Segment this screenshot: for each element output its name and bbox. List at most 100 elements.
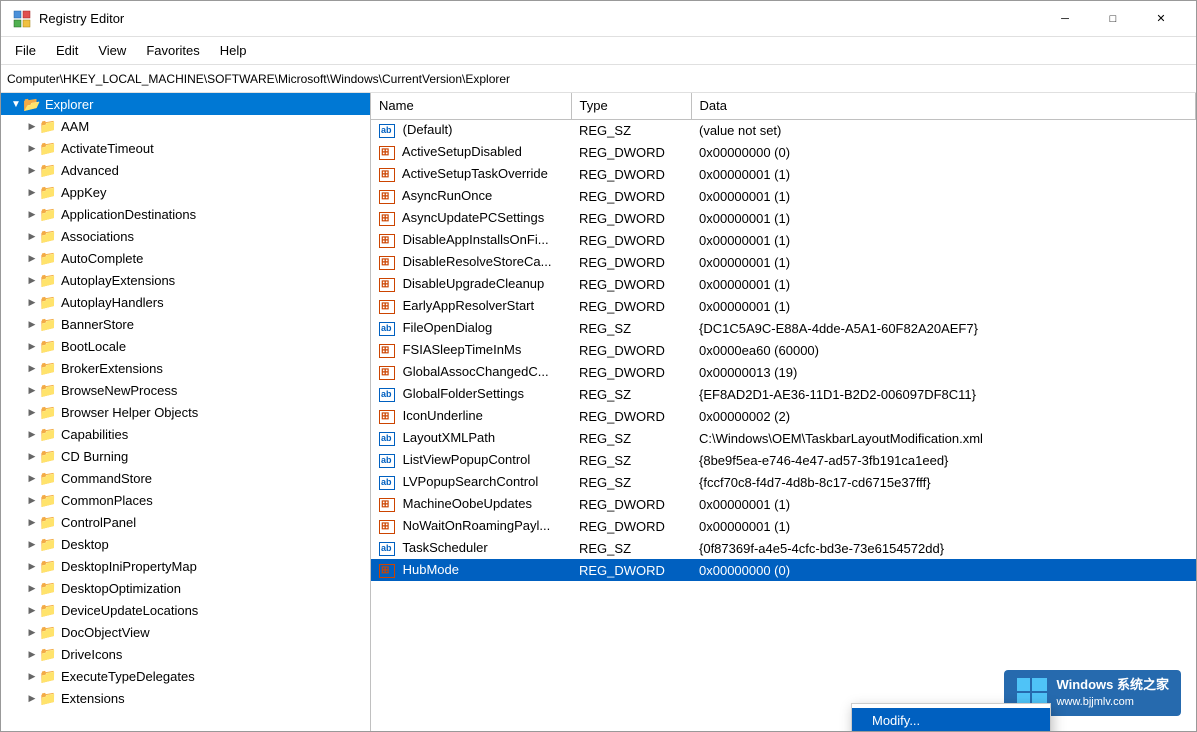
menu-favorites[interactable]: Favorites <box>136 39 209 62</box>
menu-view[interactable]: View <box>88 39 136 62</box>
registry-type-cell: REG_SZ <box>571 471 691 493</box>
table-row[interactable]: ab (Default)REG_SZ(value not set) <box>371 119 1196 141</box>
tree-item-brokerextensions[interactable]: ▶📁BrokerExtensions <box>1 357 370 379</box>
folder-icon: 📁 <box>39 162 57 178</box>
tree-item-associations[interactable]: ▶📁Associations <box>1 225 370 247</box>
folder-icon: 📁 <box>39 360 57 376</box>
tree-item-aam[interactable]: ▶📁AAM <box>1 115 370 137</box>
tree-arrow-icon: ▶ <box>25 385 39 396</box>
tree-item-deviceupdatelocations[interactable]: ▶📁DeviceUpdateLocations <box>1 599 370 621</box>
tree-arrow-icon: ▶ <box>25 693 39 704</box>
table-row[interactable]: ⊞ DisableAppInstallsOnFi...REG_DWORD0x00… <box>371 229 1196 251</box>
reg-dword-icon: ⊞ <box>379 278 395 292</box>
tree-item-desktopinipropertymap[interactable]: ▶📁DesktopIniPropertyMap <box>1 555 370 577</box>
tree-item-controlpanel[interactable]: ▶📁ControlPanel <box>1 511 370 533</box>
tree-item-autocomplete[interactable]: ▶📁AutoComplete <box>1 247 370 269</box>
reg-dword-icon: ⊞ <box>379 168 395 182</box>
table-row[interactable]: ⊞ DisableResolveStoreCa...REG_DWORD0x000… <box>371 251 1196 273</box>
tree-item-applicationdestinations[interactable]: ▶📁ApplicationDestinations <box>1 203 370 225</box>
reg-dword-icon: ⊞ <box>379 190 395 204</box>
table-row[interactable]: ⊞ AsyncUpdatePCSettingsREG_DWORD0x000000… <box>371 207 1196 229</box>
menu-help[interactable]: Help <box>210 39 257 62</box>
folder-icon: 📁 <box>39 250 57 266</box>
context-menu-modify[interactable]: Modify... <box>852 708 1050 731</box>
registry-data-cell: {EF8AD2D1-AE36-11D1-B2D2-006097DF8C11} <box>691 383 1196 405</box>
registry-data-cell: 0x00000002 (2) <box>691 405 1196 427</box>
folder-icon: 📁 <box>39 338 57 354</box>
table-row[interactable]: ab LVPopupSearchControlREG_SZ{fccf70c8-f… <box>371 471 1196 493</box>
table-row[interactable]: ⊞ GlobalAssocChangedC...REG_DWORD0x00000… <box>371 361 1196 383</box>
tree-item-label: ApplicationDestinations <box>61 207 196 222</box>
reg-sz-icon: ab <box>379 476 395 490</box>
table-row[interactable]: ab GlobalFolderSettingsREG_SZ{EF8AD2D1-A… <box>371 383 1196 405</box>
tree-item-desktop[interactable]: ▶📁Desktop <box>1 533 370 555</box>
table-row[interactable]: ⊞ EarlyAppResolverStartREG_DWORD0x000000… <box>371 295 1196 317</box>
tree-item-autoplayhandlers[interactable]: ▶📁AutoplayHandlers <box>1 291 370 313</box>
tree-arrow-icon: ▶ <box>25 363 39 374</box>
tree-arrow-icon: ▶ <box>25 517 39 528</box>
folder-icon: 📁 <box>39 206 57 222</box>
registry-data-cell: 0x00000001 (1) <box>691 273 1196 295</box>
table-row[interactable]: ⊞ DisableUpgradeCleanupREG_DWORD0x000000… <box>371 273 1196 295</box>
reg-dword-icon: ⊞ <box>379 300 395 314</box>
tree-item-commonplaces[interactable]: ▶📁CommonPlaces <box>1 489 370 511</box>
menu-file[interactable]: File <box>5 39 46 62</box>
registry-name-cell: ⊞ DisableUpgradeCleanup <box>371 273 571 295</box>
tree-item-extensions[interactable]: ▶📁Extensions <box>1 687 370 709</box>
tree-panel[interactable]: ▼📂Explorer▶📁AAM▶📁ActivateTimeout▶📁Advanc… <box>1 93 371 731</box>
table-row[interactable]: ⊞ FSIASleepTimeInMsREG_DWORD0x0000ea60 (… <box>371 339 1196 361</box>
tree-item-docobjectview[interactable]: ▶📁DocObjectView <box>1 621 370 643</box>
maximize-button[interactable]: □ <box>1090 3 1136 35</box>
registry-name-cell: ab LayoutXMLPath <box>371 427 571 449</box>
close-button[interactable]: ✕ <box>1138 3 1184 35</box>
folder-icon: 📁 <box>39 668 57 684</box>
tree-item-cd-burning[interactable]: ▶📁CD Burning <box>1 445 370 467</box>
registry-data-cell: 0x00000013 (19) <box>691 361 1196 383</box>
col-header-type: Type <box>571 93 691 119</box>
tree-item-activatetimeout[interactable]: ▶📁ActivateTimeout <box>1 137 370 159</box>
minimize-button[interactable]: ─ <box>1042 3 1088 35</box>
tree-item-browsenewprocess[interactable]: ▶📁BrowseNewProcess <box>1 379 370 401</box>
tree-item-explorer[interactable]: ▼📂Explorer <box>1 93 370 115</box>
col-header-name: Name <box>371 93 571 119</box>
registry-data-cell: 0x00000001 (1) <box>691 295 1196 317</box>
table-row[interactable]: ab FileOpenDialogREG_SZ{DC1C5A9C-E88A-4d… <box>371 317 1196 339</box>
registry-data-cell: 0x00000001 (1) <box>691 493 1196 515</box>
folder-icon: 📁 <box>39 382 57 398</box>
table-row[interactable]: ⊞ ActiveSetupDisabledREG_DWORD0x00000000… <box>371 141 1196 163</box>
folder-icon: 📁 <box>39 404 57 420</box>
table-row[interactable]: ab TaskSchedulerREG_SZ{0f87369f-a4e5-4cf… <box>371 537 1196 559</box>
tree-item-advanced[interactable]: ▶📁Advanced <box>1 159 370 181</box>
tree-item-bootlocale[interactable]: ▶📁BootLocale <box>1 335 370 357</box>
tree-item-autoplayextensions[interactable]: ▶📁AutoplayExtensions <box>1 269 370 291</box>
tree-item-desktopoptimization[interactable]: ▶📁DesktopOptimization <box>1 577 370 599</box>
table-row[interactable]: ⊞ NoWaitOnRoamingPayl...REG_DWORD0x00000… <box>371 515 1196 537</box>
reg-sz-icon: ab <box>379 388 395 402</box>
folder-icon: 📁 <box>39 492 57 508</box>
registry-name-cell: ab TaskScheduler <box>371 537 571 559</box>
table-row[interactable]: ab ListViewPopupControlREG_SZ{8be9f5ea-e… <box>371 449 1196 471</box>
table-row[interactable]: ⊞ MachineOobeUpdatesREG_DWORD0x00000001 … <box>371 493 1196 515</box>
folder-icon: 📁 <box>39 448 57 464</box>
registry-data-cell: 0x00000001 (1) <box>691 515 1196 537</box>
tree-item-capabilities[interactable]: ▶📁Capabilities <box>1 423 370 445</box>
tree-item-bannerstore[interactable]: ▶📁BannerStore <box>1 313 370 335</box>
folder-icon: 📁 <box>39 470 57 486</box>
menu-edit[interactable]: Edit <box>46 39 88 62</box>
tree-item-appkey[interactable]: ▶📁AppKey <box>1 181 370 203</box>
tree-item-browser-helper-objects[interactable]: ▶📁Browser Helper Objects <box>1 401 370 423</box>
tree-arrow-icon: ▶ <box>25 495 39 506</box>
reg-sz-icon: ab <box>379 542 395 556</box>
table-row[interactable]: ab LayoutXMLPathREG_SZC:\Windows\OEM\Tas… <box>371 427 1196 449</box>
tree-item-commandstore[interactable]: ▶📁CommandStore <box>1 467 370 489</box>
registry-values-panel[interactable]: Name Type Data ab (Default)REG_SZ(value … <box>371 93 1196 731</box>
tree-item-executetypedelegates[interactable]: ▶📁ExecuteTypeDelegates <box>1 665 370 687</box>
context-menu[interactable]: Modify... Modify Binary Data... Delete R… <box>851 703 1051 731</box>
table-row[interactable]: ⊞ HubModeREG_DWORD0x00000000 (0) <box>371 559 1196 581</box>
registry-name-cell: ⊞ GlobalAssocChangedC... <box>371 361 571 383</box>
tree-item-driveicons[interactable]: ▶📁DriveIcons <box>1 643 370 665</box>
tree-item-label: CD Burning <box>61 449 128 464</box>
table-row[interactable]: ⊞ AsyncRunOnceREG_DWORD0x00000001 (1) <box>371 185 1196 207</box>
table-row[interactable]: ⊞ IconUnderlineREG_DWORD0x00000002 (2) <box>371 405 1196 427</box>
table-row[interactable]: ⊞ ActiveSetupTaskOverrideREG_DWORD0x0000… <box>371 163 1196 185</box>
